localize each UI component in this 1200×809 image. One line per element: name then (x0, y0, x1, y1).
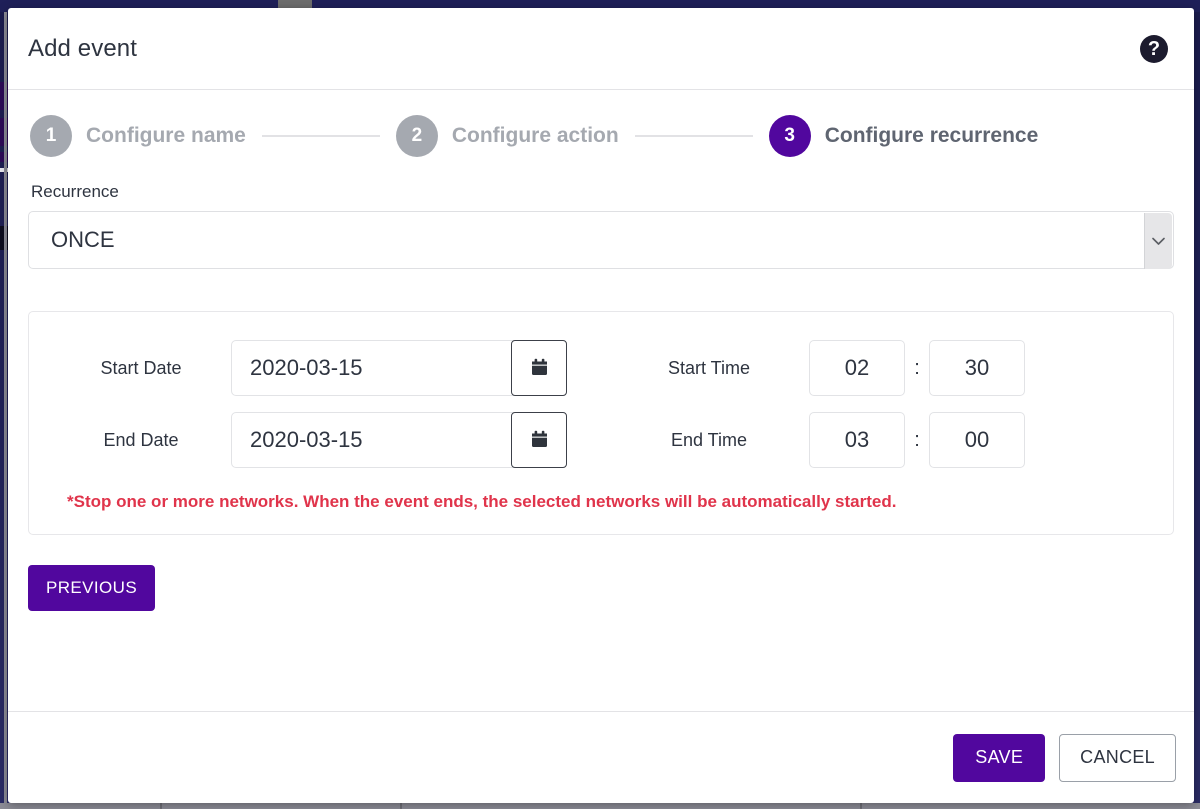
step-3-label: Configure recurrence (824, 124, 1039, 147)
dialog-footer: SAVE CANCEL (8, 711, 1194, 803)
end-date-value: 2020-03-15 (250, 427, 363, 452)
step-1-label: Configure name (86, 124, 246, 147)
end-time-label: End Time (670, 429, 748, 450)
start-time-label: Start Time (667, 357, 751, 378)
background-bottom-divider (860, 803, 862, 809)
help-circle-icon[interactable]: ? (1140, 34, 1168, 63)
cancel-button[interactable]: CANCEL (1059, 733, 1176, 782)
background-bottom-bar (0, 803, 1200, 809)
step-configure-name[interactable]: 1 Configure name (30, 115, 246, 157)
step-1-number: 1 (30, 115, 72, 157)
step-3-number: 3 (768, 115, 811, 157)
chevron-down-icon[interactable] (1144, 213, 1172, 269)
previous-button[interactable]: PREVIOUS (28, 565, 156, 611)
add-event-dialog: Add event ? 1 Configure name 2 Configure… (8, 8, 1194, 803)
start-date-value: 2020-03-15 (250, 355, 363, 380)
start-date-label: Start Date (100, 357, 182, 378)
end-time-hours[interactable]: 03 (809, 412, 905, 468)
start-row: Start Date 2020-03-15 Start Time 02: 30 (51, 340, 1151, 396)
step-2-label: Configure action (451, 124, 619, 147)
dialog-body: 1 Configure name 2 Configure action 3 Co… (8, 90, 1194, 711)
step-2-number: 2 (395, 115, 438, 157)
recurrence-select[interactable]: ONCE (28, 211, 1174, 269)
calendar-icon[interactable] (511, 340, 567, 396)
step-connector-2 (634, 135, 753, 137)
end-time-separator: : (914, 428, 920, 451)
start-time-separator: : (914, 356, 920, 379)
step-configure-recurrence[interactable]: 3 Configure recurrence (768, 115, 1039, 157)
background-left-rail (4, 12, 7, 809)
save-button[interactable]: SAVE (953, 733, 1046, 782)
start-time-minutes[interactable]: 30 (929, 340, 1025, 396)
end-date-label: End Date (103, 429, 179, 450)
dialog-header: Add event ? (8, 8, 1194, 90)
recurrence-label: Recurrence (31, 182, 119, 201)
action-warning-text: *Stop one or more networks. When the eve… (67, 492, 897, 511)
start-date-input[interactable]: 2020-03-15 (231, 340, 567, 396)
calendar-icon[interactable] (511, 412, 567, 468)
background-bottom-divider (160, 803, 162, 809)
step-connector-1 (261, 135, 380, 137)
end-time-minutes[interactable]: 00 (929, 412, 1025, 468)
recurrence-selected-value: ONCE (51, 227, 115, 252)
end-date-input[interactable]: 2020-03-15 (231, 412, 567, 468)
end-row: End Date 2020-03-15 End Time 03: 00 (51, 412, 1151, 468)
page-title: Add event (28, 34, 137, 62)
background-bottom-divider (400, 803, 402, 809)
schedule-card: Start Date 2020-03-15 Start Time 02: 30… (28, 311, 1174, 535)
step-configure-action[interactable]: 2 Configure action (395, 115, 619, 157)
start-time-hours[interactable]: 02 (809, 340, 905, 396)
wizard-stepper: 1 Configure name 2 Configure action 3 Co… (28, 90, 1174, 182)
